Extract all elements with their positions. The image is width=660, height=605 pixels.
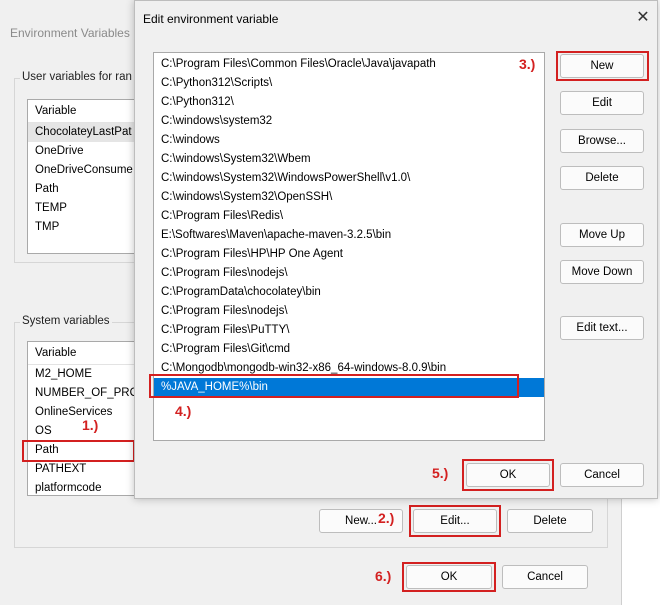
column-header-variable[interactable]: Variable — [28, 342, 136, 365]
list-item[interactable]: NUMBER_OF_PROC — [28, 384, 136, 403]
path-entry[interactable]: C:\windows\system32 — [154, 112, 544, 131]
list-item[interactable]: M2_HOME — [28, 365, 136, 384]
move-down-button[interactable]: Move Down — [560, 260, 644, 284]
edit-button[interactable]: Edit — [560, 91, 644, 115]
callout-highlight-new-entry — [149, 374, 519, 398]
column-header-variable[interactable]: Variable — [28, 100, 136, 123]
path-entry[interactable]: C:\Program Files\HP\HP One Agent — [154, 245, 544, 264]
path-entry[interactable]: C:\windows — [154, 131, 544, 150]
delete-button[interactable]: Delete — [560, 166, 644, 190]
list-item[interactable]: PATHEXT — [28, 460, 136, 479]
callout-highlight-path — [22, 440, 135, 462]
list-item[interactable]: OneDrive — [28, 142, 136, 161]
path-entry[interactable]: C:\windows\System32\Wbem — [154, 150, 544, 169]
annotation-label-1: 1.) — [82, 417, 99, 433]
path-entry[interactable]: C:\windows\System32\OpenSSH\ — [154, 188, 544, 207]
path-entry[interactable]: C:\Program Files\Redis\ — [154, 207, 544, 226]
annotation-label-2: 2.) — [378, 510, 395, 526]
browse-button[interactable]: Browse... — [560, 129, 644, 153]
list-item[interactable]: TEMP — [28, 199, 136, 218]
dialog-cancel-button[interactable]: Cancel — [560, 463, 644, 487]
list-item[interactable]: Path — [28, 180, 136, 199]
close-icon[interactable]: ✕ — [633, 8, 653, 28]
callout-highlight-new — [556, 51, 649, 81]
path-entry[interactable]: C:\Program Files\PuTTY\ — [154, 321, 544, 340]
callout-highlight-dialog-ok — [462, 459, 554, 491]
cancel-button[interactable]: Cancel — [502, 565, 588, 589]
path-entry[interactable]: C:\Program Files\Git\cmd — [154, 340, 544, 359]
annotation-label-3: 3.) — [519, 56, 536, 72]
callout-highlight-edit — [409, 505, 501, 537]
user-variables-list[interactable]: Variable ChocolateyLastPat OneDrive OneD… — [27, 99, 137, 254]
path-entry[interactable]: C:\ProgramData\chocolatey\bin — [154, 283, 544, 302]
list-item[interactable]: ChocolateyLastPat — [28, 123, 136, 142]
list-item[interactable]: platformcode — [28, 479, 136, 495]
system-variables-label: System variables — [20, 315, 112, 327]
path-entry[interactable]: E:\Softwares\Maven\apache-maven-3.2.5\bi… — [154, 226, 544, 245]
annotation-label-4: 4.) — [175, 403, 192, 419]
path-entry[interactable]: C:\Program Files\Common Files\Oracle\Jav… — [154, 55, 544, 74]
list-item[interactable]: OneDriveConsume — [28, 161, 136, 180]
annotation-label-6: 6.) — [375, 568, 392, 584]
delete-variable-button[interactable]: Delete — [507, 509, 593, 533]
path-entry[interactable]: C:\Program Files\nodejs\ — [154, 302, 544, 321]
annotation-label-5: 5.) — [432, 465, 449, 481]
window-title: Environment Variables — [10, 26, 130, 40]
list-item[interactable]: TMP — [28, 218, 136, 237]
move-up-button[interactable]: Move Up — [560, 223, 644, 247]
edit-environment-variable-dialog: Edit environment variable ✕ C:\Program F… — [134, 0, 658, 499]
path-entry[interactable]: C:\Python312\ — [154, 93, 544, 112]
path-entry[interactable]: C:\windows\System32\WindowsPowerShell\v1… — [154, 169, 544, 188]
user-variables-label: User variables for ran — [20, 71, 134, 83]
path-entry[interactable]: C:\Python312\Scripts\ — [154, 74, 544, 93]
path-entry[interactable]: C:\Program Files\nodejs\ — [154, 264, 544, 283]
callout-highlight-ok — [402, 562, 496, 592]
edit-text-button[interactable]: Edit text... — [560, 316, 644, 340]
dialog-title: Edit environment variable — [143, 12, 279, 26]
